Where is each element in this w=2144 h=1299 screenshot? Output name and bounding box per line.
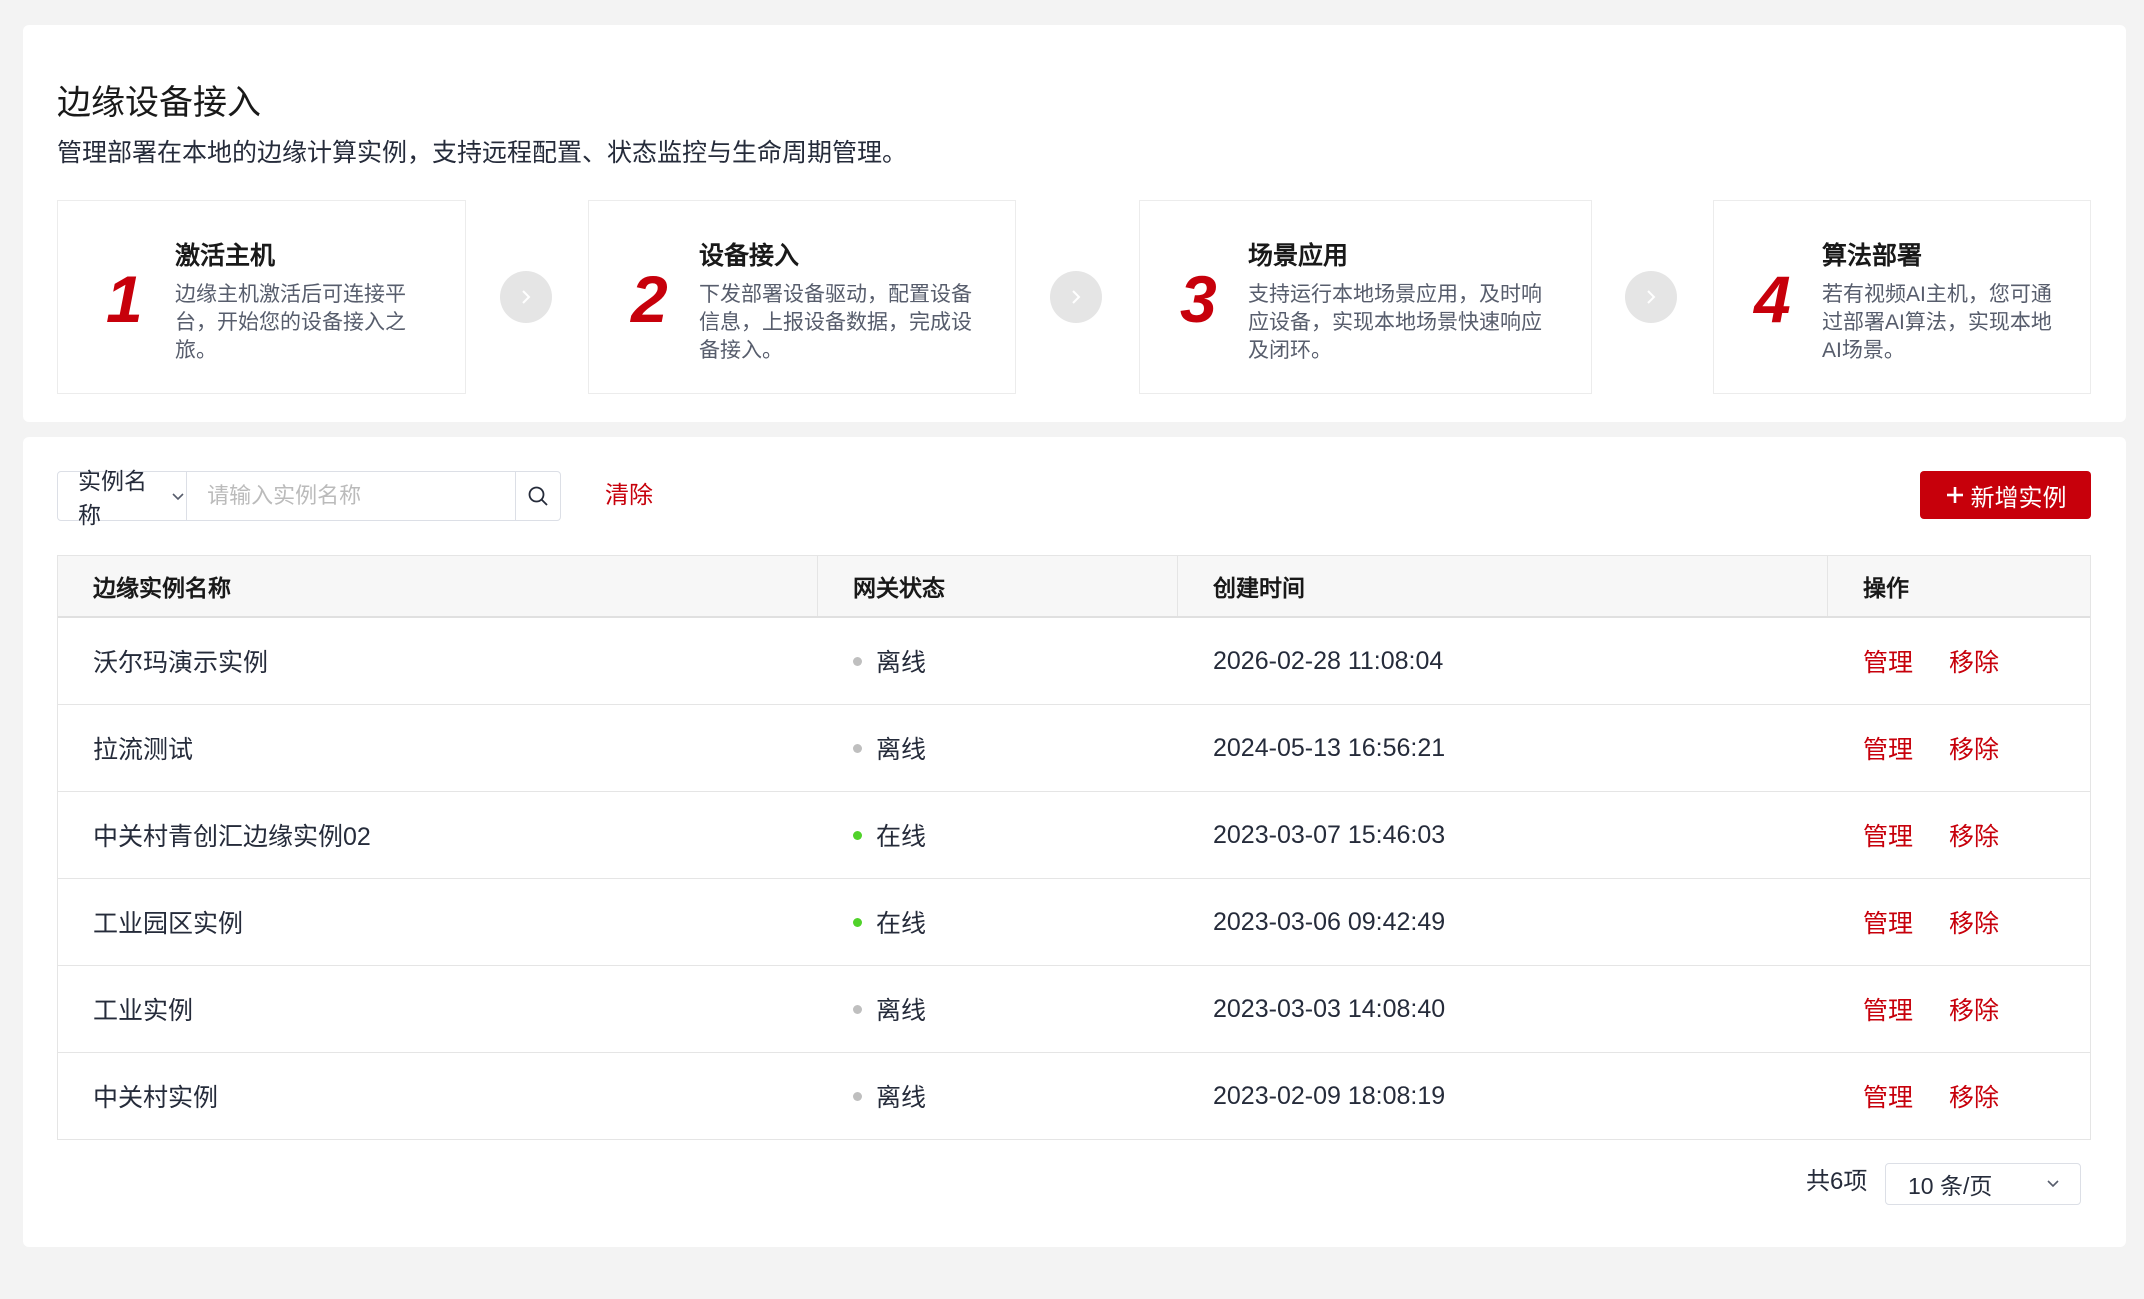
instance-name: 中关村青创汇边缘实例02 — [93, 823, 371, 851]
remove-link[interactable]: 移除 — [1949, 730, 1999, 766]
created-time: 2023-02-09 18:08:19 — [1213, 1081, 1446, 1110]
gateway-status: 离线 — [818, 1053, 1178, 1139]
step-title: 设备接入 — [699, 242, 800, 270]
status-dot-icon — [853, 743, 862, 753]
table-row: 工业园区实例 在线 2023-03-06 09:42:49 管理 移除 — [58, 879, 2090, 966]
step-number: 4 — [1754, 262, 1791, 336]
status-dot-icon — [853, 1004, 862, 1014]
status-text: 离线 — [876, 997, 927, 1025]
step-title: 激活主机 — [175, 242, 276, 270]
step-description: 下发部署设备驱动，配置设备 信息，上报设备数据，完成设 备接入。 — [699, 283, 972, 362]
created-time: 2023-03-06 09:42:49 — [1213, 907, 1446, 936]
column-header-status: 网关状态 — [818, 556, 1178, 616]
status-text: 离线 — [876, 736, 927, 764]
instance-name: 中关村实例 — [93, 1084, 219, 1112]
chevron-down-icon — [2044, 1171, 2062, 1198]
column-header-actions: 操作 — [1863, 575, 1909, 601]
gateway-status: 离线 — [818, 966, 1178, 1052]
gateway-status: 在线 — [818, 879, 1178, 965]
page-size-label: 10 条/页 — [1908, 1173, 1993, 1199]
step-title: 算法部署 — [1822, 242, 1923, 270]
status-dot-icon — [853, 1091, 862, 1101]
created-time: 2023-03-07 15:46:03 — [1213, 820, 1446, 849]
filter-field-label: 实例名称 — [78, 468, 147, 528]
created-time: 2023-03-03 14:08:40 — [1213, 994, 1446, 1023]
step-description: 边缘主机激活后可连接平 台，开始您的设备接入之 旅。 — [175, 283, 406, 362]
clear-filter-link[interactable]: 清除 — [605, 481, 653, 511]
table-row: 拉流测试 离线 2024-05-13 16:56:21 管理 移除 — [58, 705, 2090, 792]
row-actions: 管理 移除 — [1828, 618, 2090, 704]
remove-link[interactable]: 移除 — [1949, 1078, 1999, 1114]
table-row: 中关村实例 离线 2023-02-09 18:08:19 管理 移除 — [58, 1053, 2090, 1140]
step-card-3: 3 场景应用 支持运行本地场景应用，及时响 应设备，实现本地场景快速响应 及闭环。 — [1139, 200, 1592, 394]
plus-icon — [1945, 485, 1965, 505]
status-dot-icon — [853, 830, 862, 840]
created-time: 2024-05-13 16:56:21 — [1213, 733, 1446, 762]
remove-link[interactable]: 移除 — [1949, 643, 1999, 679]
remove-link[interactable]: 移除 — [1949, 817, 1999, 853]
row-actions: 管理 移除 — [1828, 879, 2090, 965]
column-header-name: 边缘实例名称 — [58, 556, 818, 616]
row-actions: 管理 移除 — [1828, 792, 2090, 878]
status-text: 离线 — [876, 1084, 927, 1112]
gateway-status: 在线 — [818, 792, 1178, 878]
manage-link[interactable]: 管理 — [1863, 643, 1913, 679]
column-header-created: 创建时间 — [1178, 556, 1828, 616]
step-description: 若有视频AI主机，您可通 过部署AI算法，实现本地 AI场景。 — [1822, 283, 2052, 362]
instance-name: 工业实例 — [93, 997, 194, 1025]
step-card-1: 1 激活主机 边缘主机激活后可连接平 台，开始您的设备接入之 旅。 — [57, 200, 466, 394]
step-card-4: 4 算法部署 若有视频AI主机，您可通 过部署AI算法，实现本地 AI场景。 — [1713, 200, 2091, 394]
instance-name: 工业园区实例 — [93, 910, 244, 938]
table-row: 中关村青创汇边缘实例02 在线 2023-03-07 15:46:03 管理 移除 — [58, 792, 2090, 879]
gateway-status: 离线 — [818, 705, 1178, 791]
instance-name: 拉流测试 — [93, 736, 194, 764]
table-header: 边缘实例名称 网关状态 创建时间 操作 — [58, 556, 2090, 618]
status-dot-icon — [853, 917, 862, 927]
status-text: 离线 — [876, 649, 927, 677]
chevron-right-icon — [500, 271, 552, 323]
row-actions: 管理 移除 — [1828, 966, 2090, 1052]
instance-table: 边缘实例名称 网关状态 创建时间 操作 沃尔玛演示实例 离线 2026-02-28 … — [57, 555, 2091, 1140]
gateway-status: 离线 — [818, 618, 1178, 704]
remove-link[interactable]: 移除 — [1949, 991, 1999, 1027]
step-description: 支持运行本地场景应用，及时响 应设备，实现本地场景快速响应 及闭环。 — [1248, 283, 1542, 362]
step-card-2: 2 设备接入 下发部署设备驱动，配置设备 信息，上报设备数据，完成设 备接入。 — [588, 200, 1016, 394]
created-time: 2026-02-28 11:08:04 — [1213, 646, 1444, 675]
status-text: 在线 — [876, 823, 927, 851]
table-body: 沃尔玛演示实例 离线 2026-02-28 11:08:04 管理 移除 拉流测试 离线 20… — [58, 618, 2090, 1140]
instance-name: 沃尔玛演示实例 — [93, 649, 269, 677]
manage-link[interactable]: 管理 — [1863, 991, 1913, 1027]
step-number: 1 — [106, 262, 143, 336]
row-actions: 管理 移除 — [1828, 1053, 2090, 1139]
search-input[interactable] — [187, 472, 516, 520]
manage-link[interactable]: 管理 — [1863, 817, 1913, 853]
total-count: 共6项 — [1806, 1168, 1868, 1195]
chevron-right-icon — [1050, 271, 1102, 323]
page-description: 管理部署在本地的边缘计算实例，支持远程配置、状态监控与生命周期管理。 — [57, 139, 908, 167]
table-row: 沃尔玛演示实例 离线 2026-02-28 11:08:04 管理 移除 — [58, 618, 2090, 705]
status-text: 在线 — [876, 910, 927, 938]
search-icon — [528, 486, 548, 506]
instance-list-panel: 实例名称 清除 新增实例 边缘实例名称 网关状态 创建时间 操作 沃尔玛演示实例… — [23, 437, 2126, 1247]
row-actions: 管理 移除 — [1828, 705, 2090, 791]
step-title: 场景应用 — [1248, 242, 1349, 270]
manage-link[interactable]: 管理 — [1863, 904, 1913, 940]
add-instance-label: 新增实例 — [1970, 484, 2067, 512]
manage-link[interactable]: 管理 — [1863, 730, 1913, 766]
status-dot-icon — [853, 656, 862, 666]
manage-link[interactable]: 管理 — [1863, 1078, 1913, 1114]
search-filter-group: 实例名称 — [57, 468, 561, 528]
intro-panel: 边缘设备接入 管理部署在本地的边缘计算实例，支持远程配置、状态监控与生命周期管理… — [23, 25, 2126, 422]
chevron-down-icon — [170, 483, 186, 510]
step-number: 3 — [1180, 262, 1217, 336]
filter-field-select[interactable]: 实例名称 — [58, 468, 188, 528]
chevron-right-icon — [1625, 271, 1677, 323]
table-row: 工业实例 离线 2023-03-03 14:08:40 管理 移除 — [58, 966, 2090, 1053]
remove-link[interactable]: 移除 — [1949, 904, 1999, 940]
page-title: 边缘设备接入 — [57, 83, 261, 122]
page-size-select[interactable]: 10 条/页 — [1885, 1163, 2081, 1205]
search-button[interactable] — [515, 472, 560, 520]
add-instance-button[interactable]: 新增实例 — [1920, 471, 2091, 519]
step-number: 2 — [631, 262, 668, 336]
